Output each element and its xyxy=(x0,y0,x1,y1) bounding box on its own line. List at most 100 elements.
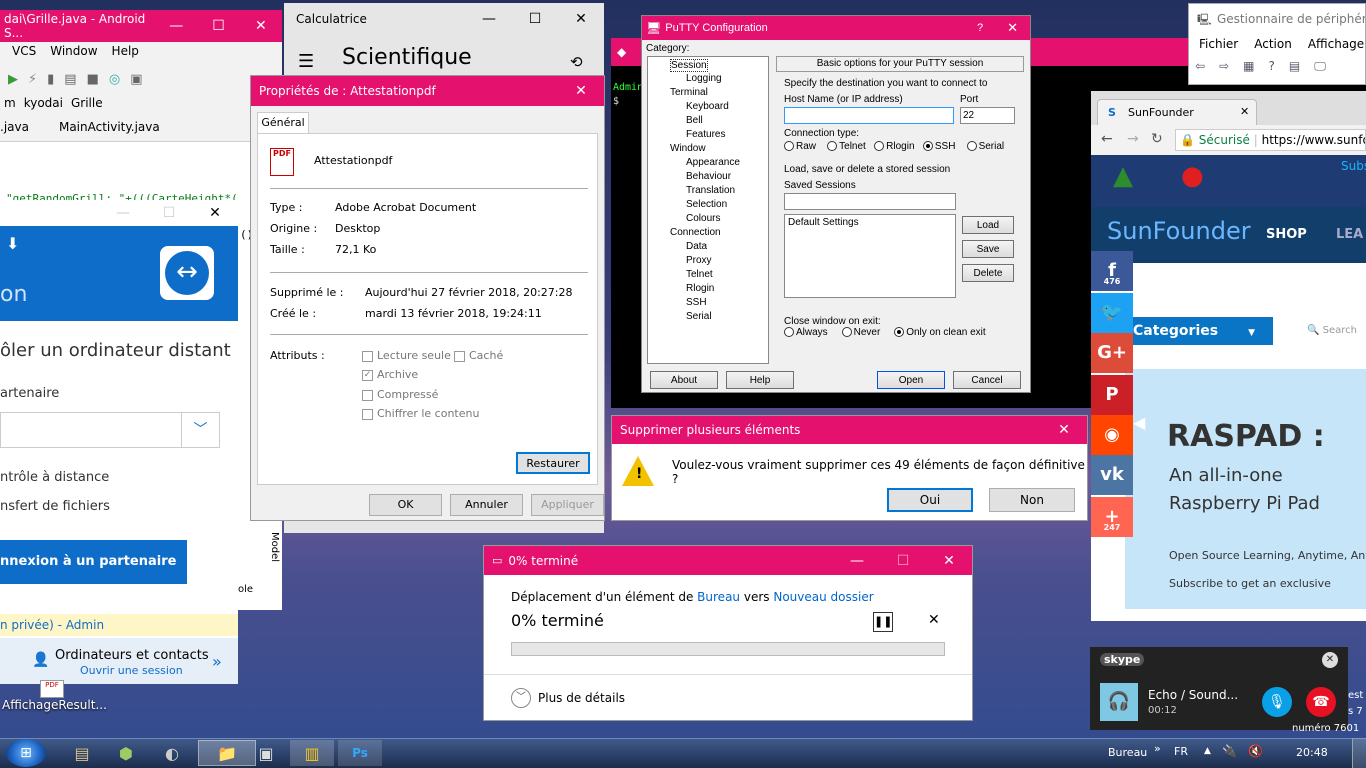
nav-shop[interactable]: SHOP xyxy=(1266,227,1307,242)
tree-ssh[interactable]: SSH xyxy=(686,297,707,308)
breadcrumb-kyodai[interactable]: kyodai xyxy=(24,96,63,110)
language-indicator[interactable]: FR xyxy=(1174,745,1188,758)
debug-icon[interactable]: ⚡ xyxy=(28,72,37,87)
stop-icon[interactable]: ■ xyxy=(87,72,99,87)
tree-session[interactable]: Session xyxy=(670,59,708,72)
minimize-button[interactable]: — xyxy=(466,11,512,27)
nav-learn[interactable]: LEA xyxy=(1336,227,1363,242)
delete-button[interactable]: Delete xyxy=(962,264,1014,282)
contacts-bar[interactable]: 👤 Ordinateurs et contacts Ouvrir une ses… xyxy=(0,638,238,684)
breadcrumb-grille[interactable]: Grille xyxy=(71,96,103,110)
properties-icon[interactable]: ▦ xyxy=(1243,59,1254,74)
help-icon[interactable]: ? xyxy=(1268,59,1274,74)
radio-serial[interactable]: Serial xyxy=(966,141,1004,152)
close-icon[interactable]: ✕ xyxy=(1322,652,1338,668)
search-field[interactable]: 🔍 Search xyxy=(1307,325,1357,336)
menu-help[interactable]: Help xyxy=(112,44,139,58)
taskbar-explorer-icon[interactable]: ▤ xyxy=(60,740,104,766)
tab-grille-java[interactable]: .java xyxy=(0,120,29,141)
partner-id-input[interactable]: ﹀ xyxy=(0,412,220,448)
option-file-transfer[interactable]: nsfert de fichiers xyxy=(0,499,110,514)
compressed-checkbox[interactable]: Compressé xyxy=(362,388,438,401)
about-button[interactable]: About xyxy=(650,371,718,389)
encrypt-checkbox[interactable]: Chiffrer le contenu xyxy=(362,407,479,420)
download-icon[interactable]: ⬇ xyxy=(6,234,19,253)
close-button[interactable]: ✕ xyxy=(240,18,282,34)
cancel-button[interactable]: Cancel xyxy=(953,371,1021,389)
back-icon[interactable]: ⇦ xyxy=(1195,59,1205,74)
close-button[interactable]: ✕ xyxy=(1041,422,1087,438)
menu-window[interactable]: Window xyxy=(50,44,97,58)
tree-proxy[interactable]: Proxy xyxy=(686,255,712,266)
minimize-button[interactable]: — xyxy=(155,18,197,34)
help-button[interactable]: Help xyxy=(726,371,794,389)
session-default[interactable]: Default Settings xyxy=(788,217,859,228)
category-tree[interactable]: Session Logging Terminal Keyboard Bell F… xyxy=(647,56,769,364)
usb-icon[interactable]: 🔌 xyxy=(1222,744,1237,758)
forward-icon[interactable]: → xyxy=(1127,131,1139,147)
restore-button[interactable]: Restaurer xyxy=(516,452,590,474)
tree-bell[interactable]: Bell xyxy=(686,115,703,126)
open-button[interactable]: Open xyxy=(877,371,945,389)
radio-telnet[interactable]: Telnet xyxy=(827,141,866,152)
close-button[interactable]: ✕ xyxy=(926,553,972,569)
saved-session-input[interactable] xyxy=(784,193,956,210)
tree-behaviour[interactable]: Behaviour xyxy=(686,171,731,182)
tree-window[interactable]: Window xyxy=(670,143,706,154)
apply-button[interactable]: Appliquer xyxy=(531,494,604,516)
microphone-icon[interactable]: 🎙 xyxy=(1262,687,1292,717)
tree-logging[interactable]: Logging xyxy=(686,73,722,84)
vk-share-icon[interactable]: vk xyxy=(1091,455,1133,495)
maximize-button[interactable]: ☐ xyxy=(512,11,558,27)
show-hidden-icons-icon[interactable]: ▲ xyxy=(1204,746,1211,756)
close-button[interactable]: ✕ xyxy=(558,11,604,27)
save-button[interactable]: Save xyxy=(962,240,1014,258)
minimize-button[interactable]: — xyxy=(100,205,146,221)
pdf-desktop-icon[interactable]: PDF xyxy=(40,680,64,698)
show-desktop-button[interactable] xyxy=(1352,738,1366,768)
tree-data[interactable]: Data xyxy=(686,241,707,252)
yes-button[interactable]: Oui xyxy=(887,488,973,512)
profile-icon[interactable]: ▮ xyxy=(47,72,54,87)
browser-tab[interactable]: S SunFounder ✕ xyxy=(1097,99,1257,125)
forward-icon[interactable]: ⇨ xyxy=(1219,59,1229,74)
tab-close-icon[interactable]: ✕ xyxy=(1240,105,1249,118)
menu-action[interactable]: Action xyxy=(1254,37,1292,51)
taskbar-toolbar-bureau[interactable]: Bureau xyxy=(1108,746,1147,759)
subscribe-link[interactable]: Subs xyxy=(1341,159,1366,173)
ok-button[interactable]: OK xyxy=(369,494,442,516)
radio-always[interactable]: Always xyxy=(784,327,828,338)
load-button[interactable]: Load xyxy=(962,216,1014,234)
no-button[interactable]: Non xyxy=(989,488,1075,512)
hidden-checkbox[interactable]: Caché xyxy=(454,349,503,362)
menu-view[interactable]: Affichage xyxy=(1308,37,1364,51)
help-icon[interactable]: ? xyxy=(977,22,983,34)
url-input[interactable]: 🔒 Sécurisé | https://www.sunfound xyxy=(1175,129,1366,151)
taskbar-media-icon[interactable]: ◐ xyxy=(150,740,194,766)
radio-rlogin[interactable]: Rlogin xyxy=(874,141,915,152)
tab-general[interactable]: Général xyxy=(257,112,309,134)
tree-appearance[interactable]: Appearance xyxy=(686,157,740,168)
taskbar-photoshop-icon[interactable]: Ps xyxy=(338,740,382,766)
facebook-share-icon[interactable]: f 476 xyxy=(1091,251,1133,291)
menu-vcs[interactable]: VCS xyxy=(12,44,36,58)
maximize-button[interactable]: ☐ xyxy=(146,205,192,221)
radio-ssh[interactable]: SSH xyxy=(922,141,955,152)
tree-serial[interactable]: Serial xyxy=(686,311,712,322)
tree-features[interactable]: Features xyxy=(686,129,725,140)
googleplus-share-icon[interactable]: G+ xyxy=(1091,333,1133,373)
cancel-icon[interactable]: ✕ xyxy=(928,612,940,628)
readonly-checkbox[interactable]: Lecture seule xyxy=(362,349,451,362)
menu-file[interactable]: Fichier xyxy=(1199,37,1238,51)
close-button[interactable]: ✕ xyxy=(558,83,604,99)
model-panel-label[interactable]: Model xyxy=(262,532,280,580)
taskbar-window-icon[interactable]: ▣ xyxy=(244,740,288,766)
clock[interactable]: 20:48 xyxy=(1296,746,1328,759)
tree-selection[interactable]: Selection xyxy=(686,199,727,210)
hamburger-menu-icon[interactable]: ☰ xyxy=(298,51,314,72)
destination-link[interactable]: Nouveau dossier xyxy=(773,590,873,604)
reload-icon[interactable]: ↻ xyxy=(1151,131,1163,147)
connect-partner-button[interactable]: nnexion à un partenaire xyxy=(0,540,187,584)
expand-details-icon[interactable]: ﹀ xyxy=(511,688,531,708)
tree-connection[interactable]: Connection xyxy=(670,227,721,238)
